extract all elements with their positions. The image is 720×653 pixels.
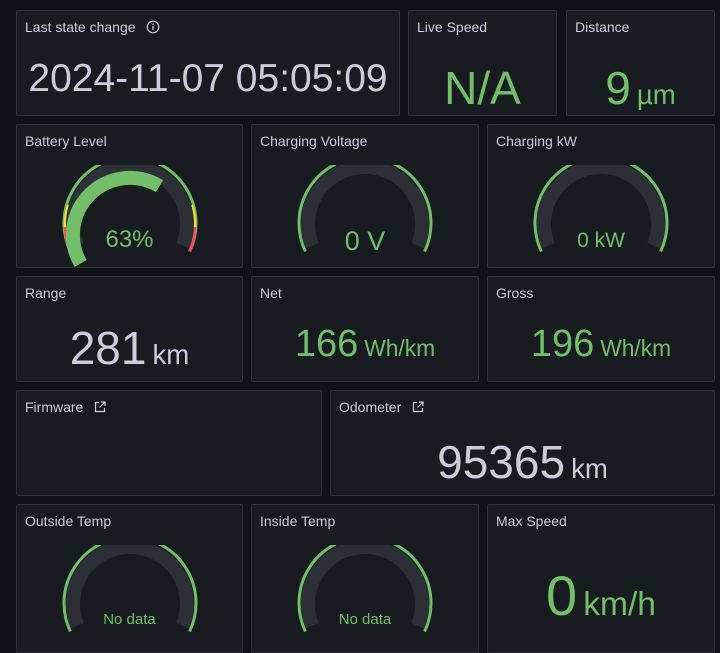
panel-title: Odometer [339,399,425,415]
gross-stat: 196 Wh/km [488,323,714,366]
external-link-icon[interactable] [411,400,425,414]
battery-level-value: 63% [105,226,154,253]
odometer-title: Odometer [339,399,402,415]
net-stat: 166 Wh/km [252,323,478,366]
panel-max-speed: Max Speed 0 km/h [487,504,715,653]
battery-level-title: Battery Level [25,133,107,149]
max-speed-title: Max Speed [496,513,567,529]
charging-kw-value: 0 kW [577,229,625,252]
gross-unit: Wh/km [600,335,672,361]
range-unit: km [152,339,190,370]
odometer-unit: km [571,453,608,484]
net-value: 166 [294,323,359,365]
panel-title: Last state change [25,19,160,35]
distance-title: Distance [575,19,630,35]
max-speed-unit: km/h [583,586,656,623]
range-title: Range [25,285,67,301]
charging-kw-title: Charging kW [496,133,577,149]
max-speed-stat: 0 km/h [488,563,714,628]
outside-temp-gauge [62,545,197,633]
distance-value: 9 [605,62,631,114]
panel-title: Firmware [25,399,107,415]
info-icon[interactable] [146,20,160,34]
gross-value: 196 [530,323,595,365]
live-speed-title: Live Speed [417,19,488,35]
panel-distance: Distance 9 µm [566,10,715,116]
last-state-change-title: Last state change [25,19,136,35]
max-speed-value: 0 [546,564,578,627]
odometer-stat: 95365 km [331,435,714,489]
panel-net: Net 166 Wh/km [251,276,479,382]
outside-temp-title: Outside Temp [25,513,112,529]
net-title: Net [260,285,282,301]
distance-stat: 9 µm [567,61,714,115]
firmware-title: Firmware [25,399,84,415]
range-stat: 281 km [17,321,242,375]
panel-charging-voltage: Charging Voltage 0 V [251,124,479,268]
panel-charging-kw: Charging kW 0 kW [487,124,715,268]
inside-temp-title: Inside Temp [260,513,336,529]
last-state-change-value: 2024-11-07 05:05:09 [28,57,388,100]
panel-gross: Gross 196 Wh/km [487,276,715,382]
external-link-icon[interactable] [93,400,107,414]
panel-outside-temp: Outside Temp No data [16,504,243,653]
panel-firmware: Firmware [16,390,322,496]
net-unit: Wh/km [364,335,436,361]
panel-battery-level: Battery Level 63% [16,124,243,268]
inside-temp-gauge [297,545,433,633]
charging-voltage-title: Charging Voltage [260,133,368,149]
panel-inside-temp: Inside Temp No data [251,504,479,653]
panel-odometer: Odometer 95365 km [330,390,715,496]
distance-unit: µm [636,79,676,110]
odometer-value: 95365 [437,436,566,488]
range-value: 281 [69,322,147,374]
live-speed-value: N/A [444,62,521,114]
outside-temp-value: No data [103,611,156,628]
gross-title: Gross [496,285,534,301]
charging-voltage-value: 0 V [344,226,386,256]
panel-live-speed: Live Speed N/A [408,10,557,116]
panel-last-state-change: Last state change 2024-11-07 05:05:09 [16,10,400,116]
inside-temp-value: No data [338,611,392,628]
panel-range: Range 281 km [16,276,243,382]
